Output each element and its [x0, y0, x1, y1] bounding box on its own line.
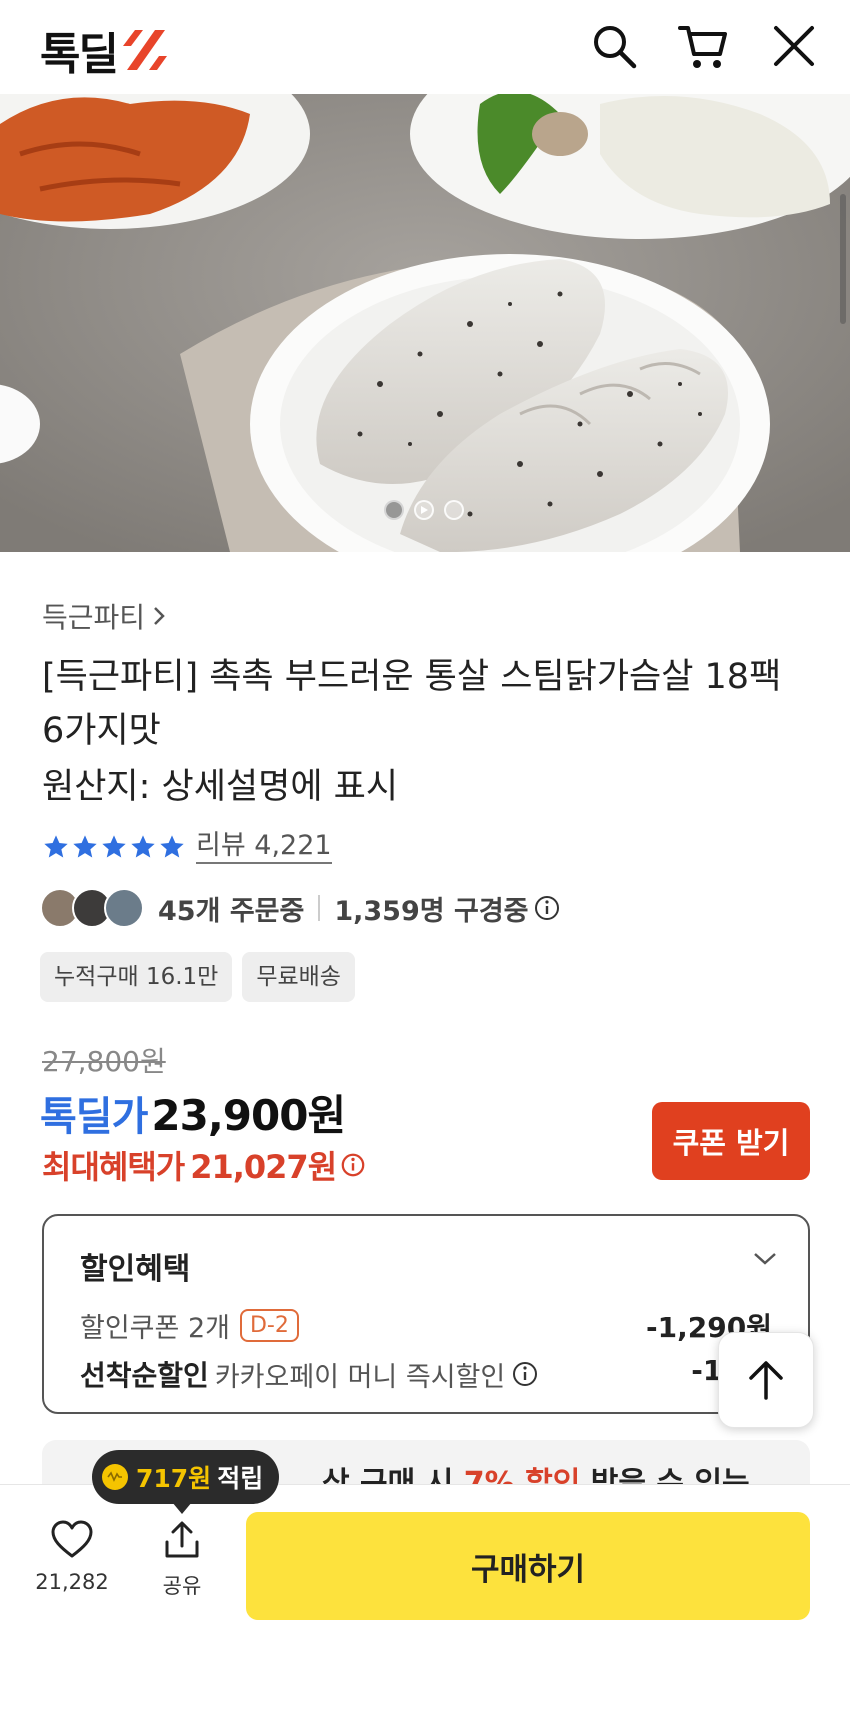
heart-icon [51, 1520, 93, 1558]
reward-amount: 717원 [136, 1464, 212, 1493]
discount-benefits-panel[interactable]: 할인혜택 할인쿠폰 2개 D-2 -1,290원 선착순할인 카카오페이 머니 … [42, 1214, 810, 1414]
chevron-down-icon[interactable] [752, 1250, 778, 1268]
max-benefit-label: 최대혜택가 [42, 1148, 185, 1186]
app-logo[interactable]: 톡딜 [40, 18, 171, 82]
star-icon [44, 835, 68, 858]
carousel-dots [384, 500, 464, 520]
play-icon [421, 506, 428, 514]
rating-stars [42, 833, 186, 861]
product-title: [득근파티] 촉촉 부드러운 통살 스팀닭가슴살 18팩 6가지맛 [42, 657, 782, 751]
info-icon[interactable] [533, 894, 561, 922]
share-icon [165, 1521, 199, 1558]
watching-count: 1,359명 구경중 [334, 895, 529, 927]
firstcome-label: 선착순할인 [80, 1359, 209, 1392]
deal-price-row: 톡딜가 23,900원 [40, 1082, 346, 1143]
like-count: 21,282 [35, 1570, 109, 1594]
percent-logo-icon [119, 26, 171, 74]
arrow-up-icon [749, 1361, 783, 1400]
carousel-dot-video[interactable] [414, 500, 434, 520]
orders-count: 45개 주문중 [158, 895, 305, 927]
info-icon[interactable] [340, 1152, 366, 1178]
share-button[interactable]: 공유 [142, 1520, 222, 1600]
product-origin: 원산지: 상세설명에 표시 [42, 767, 399, 807]
orders-row: 45개 주문중 1,359명 구경중 [40, 886, 561, 930]
discount-title: 할인혜택 [80, 1252, 191, 1287]
firstcome-desc: 카카오페이 머니 즉시할인 [214, 1361, 506, 1393]
coupon-download-button[interactable]: 쿠폰 받기 [652, 1102, 810, 1180]
divider [318, 895, 321, 921]
max-benefit-row: 최대혜택가 21,027원 [42, 1142, 366, 1188]
avatar [104, 888, 144, 928]
close-icon[interactable] [766, 18, 822, 74]
product-photo [0, 94, 850, 552]
carousel-dot-3[interactable] [444, 500, 464, 520]
chevron-right-icon [154, 607, 165, 625]
rating-row: 리뷰 4,221 [42, 830, 332, 864]
star-icon [73, 835, 97, 858]
reward-label: 적립 [217, 1464, 264, 1493]
brand-name: 득근파티 [42, 601, 146, 634]
chip-free-shipping: 무료배송 [242, 952, 355, 1002]
product-image-carousel[interactable] [0, 94, 850, 552]
firstcome-row: 선착순할인 카카오페이 머니 즉시할인 [80, 1354, 539, 1394]
dday-badge: D-2 [239, 1309, 299, 1342]
product-chips: 누적구매 16.1만 무료배송 [40, 952, 355, 1002]
coupon-label: 할인쿠폰 2개 [80, 1313, 230, 1344]
chip-cumulative-purchases: 누적구매 16.1만 [40, 952, 233, 1002]
info-icon[interactable] [511, 1360, 539, 1388]
max-benefit-price: 21,027원 [190, 1148, 337, 1186]
review-link[interactable]: 리뷰 4,221 [196, 830, 332, 864]
carousel-dot-1[interactable] [384, 500, 404, 520]
carousel-scrollbar [840, 194, 846, 324]
scroll-to-top-button[interactable] [718, 1332, 814, 1428]
deal-price-label: 톡딜가 [40, 1094, 148, 1140]
star-icon [102, 835, 126, 858]
coin-icon [102, 1464, 128, 1490]
buyer-avatars [40, 888, 144, 928]
like-button[interactable]: 21,282 [30, 1520, 114, 1594]
deal-price: 23,900원 [151, 1091, 346, 1140]
search-icon[interactable] [586, 18, 642, 74]
buy-button[interactable]: 구매하기 [246, 1512, 810, 1620]
star-icon [160, 835, 184, 858]
tooltip-tail [172, 1502, 192, 1514]
original-price: 27,800원 [42, 1045, 166, 1078]
cart-icon[interactable] [676, 18, 732, 74]
star-icon [131, 835, 155, 858]
coupon-row: 할인쿠폰 2개 D-2 [80, 1306, 299, 1345]
brand-link[interactable]: 득근파티 [42, 596, 167, 636]
logo-text: 톡딜 [40, 29, 119, 80]
reward-tooltip: 717원 적립 [92, 1450, 280, 1504]
top-header: 톡딜 [0, 0, 850, 94]
share-label: 공유 [162, 1574, 202, 1598]
